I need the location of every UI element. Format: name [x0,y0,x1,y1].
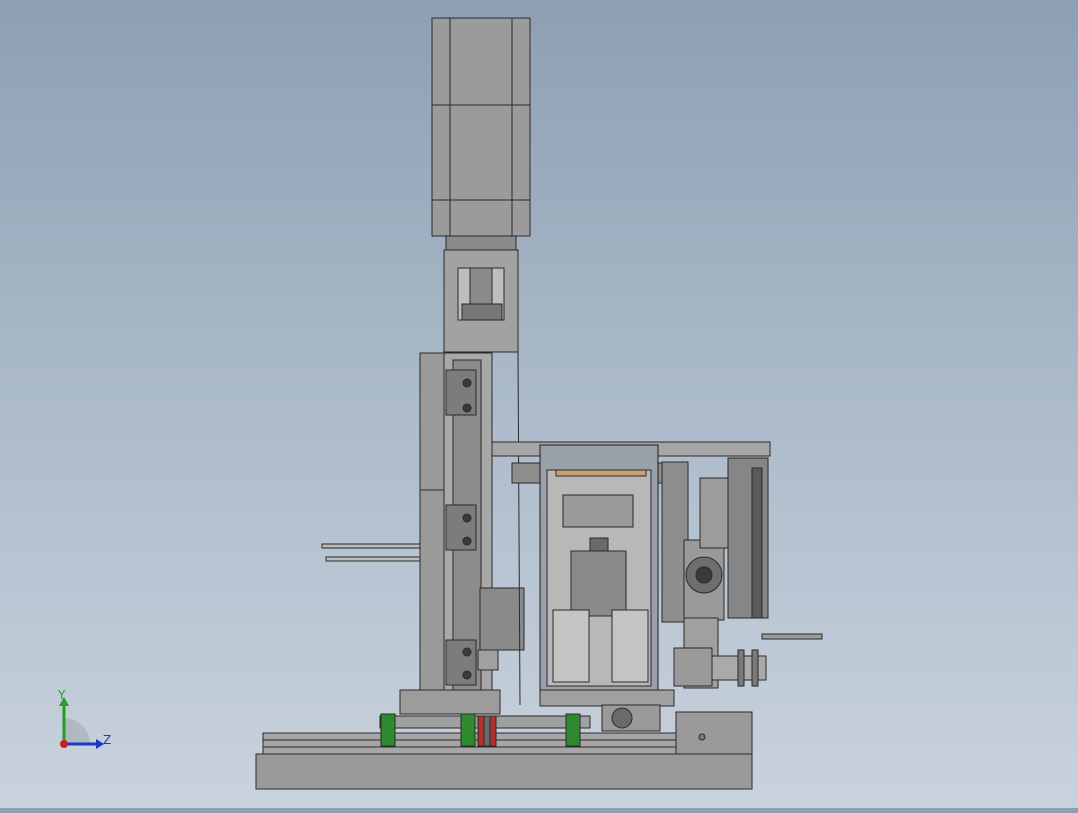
y-axis-label: Y [57,688,66,702]
cad-viewport[interactable]: Y Z [0,0,1078,808]
lower-roller[interactable] [601,704,661,732]
z-axis-label: Z [103,733,111,747]
x-axis-dot [60,740,68,748]
guide-rods[interactable] [321,543,421,562]
output-shaft[interactable] [673,647,767,687]
triad-quadrant [64,718,90,744]
coordinate-triad: Y Z [57,688,111,749]
servo-motor[interactable] [431,17,531,251]
cad-model-view[interactable]: Y Z [0,0,1078,808]
drag-chain-frame[interactable] [539,444,675,707]
machine-assembly[interactable] [255,17,823,790]
coupling-housing[interactable] [443,249,519,353]
